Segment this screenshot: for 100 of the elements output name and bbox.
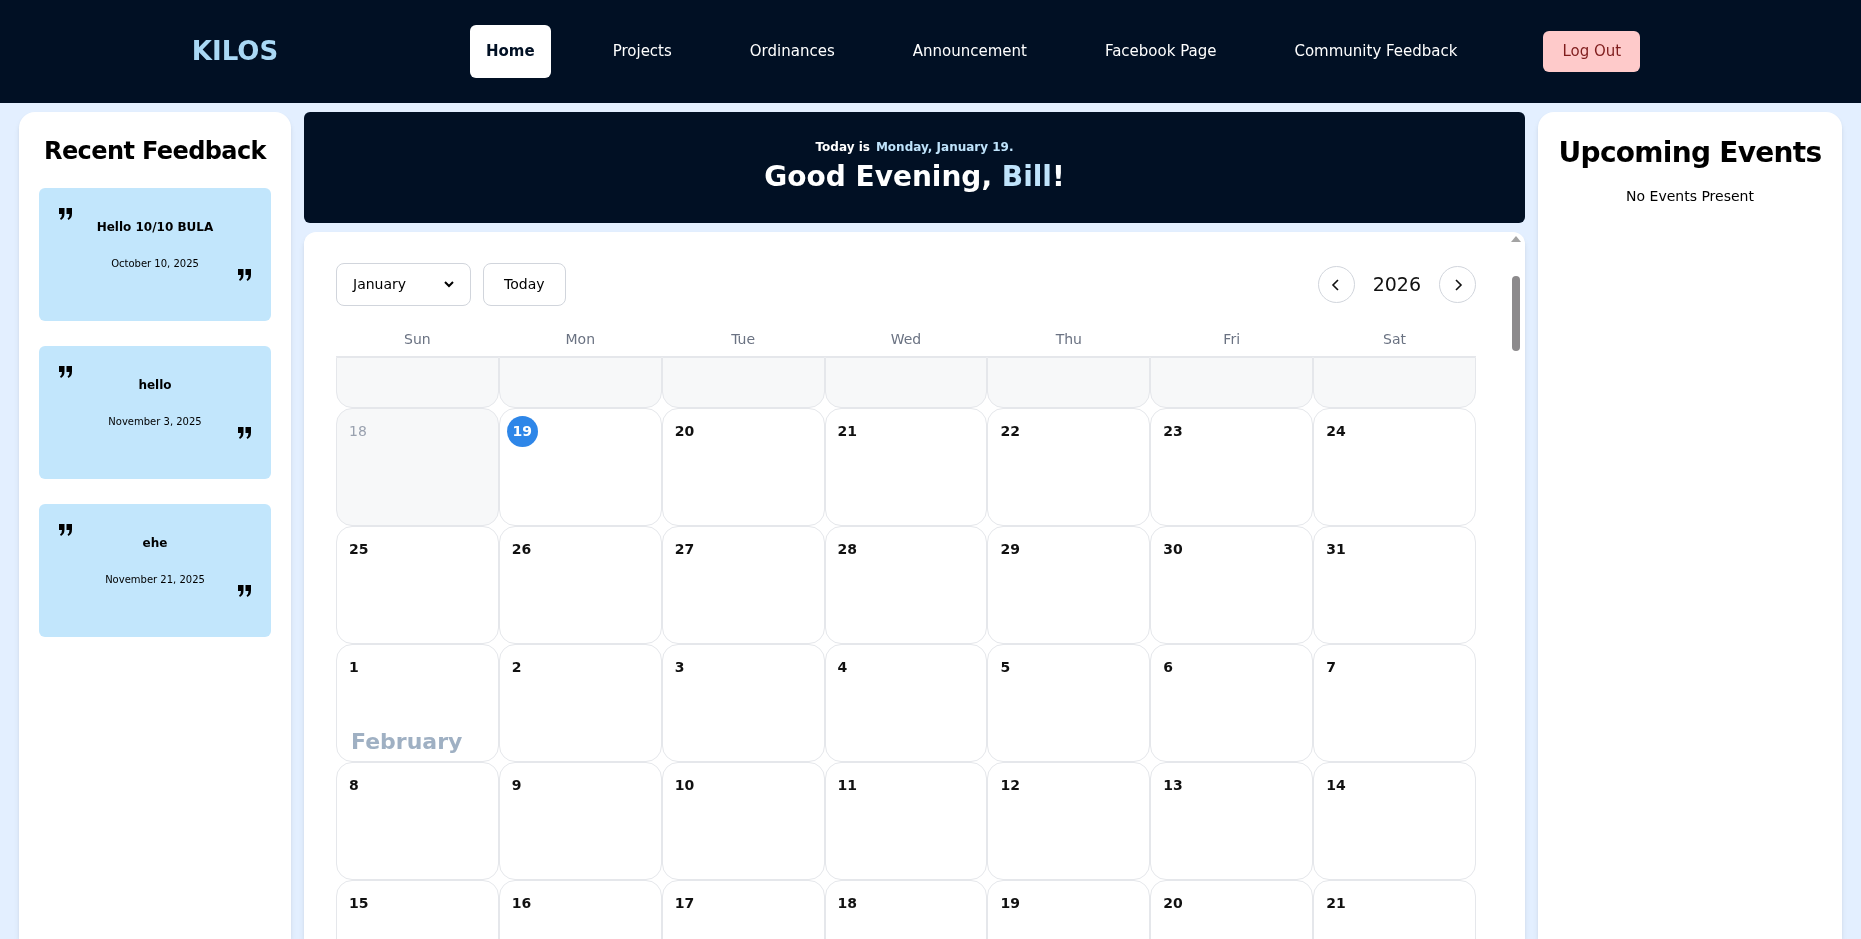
calendar-day[interactable]: 5 xyxy=(987,644,1151,762)
day-number: 11 xyxy=(837,777,858,793)
nav-link[interactable]: Announcement xyxy=(896,25,1043,78)
quote-icon xyxy=(59,366,72,378)
day-number: 10 xyxy=(674,777,695,793)
feedback-text: hello xyxy=(137,377,173,394)
feedback-text: Hello 10/10 BULA xyxy=(95,219,215,236)
calendar-day[interactable]: 25 xyxy=(336,526,499,644)
calendar-day[interactable]: 20 xyxy=(1150,880,1314,939)
today-button[interactable]: Today xyxy=(483,263,566,306)
calendar-day[interactable] xyxy=(824,357,988,408)
panel-title: Recent Feedback xyxy=(43,136,268,167)
logout-button[interactable]: Log Out xyxy=(1543,31,1641,72)
day-number: 4 xyxy=(837,659,848,675)
today-marker: 19 xyxy=(506,416,538,447)
weekday-header: Sat xyxy=(1382,330,1408,349)
calendar-day[interactable]: 22 xyxy=(987,408,1151,526)
day-number: 29 xyxy=(1000,541,1020,557)
day-number: 31 xyxy=(1326,541,1346,557)
day-number: 25 xyxy=(349,541,369,557)
day-number: 7 xyxy=(1326,659,1336,675)
nav-link[interactable]: Community Feedback xyxy=(1278,25,1474,78)
nav-link[interactable]: Projects xyxy=(596,25,688,78)
day-number: 1 xyxy=(349,659,359,675)
weekday-header: Thu xyxy=(1054,330,1083,349)
day-number: 20 xyxy=(674,423,695,439)
weekday-header: Sun xyxy=(403,330,432,349)
calendar-day[interactable]: 16 xyxy=(498,880,662,939)
scroll-up-icon xyxy=(1511,236,1521,242)
quote-icon xyxy=(59,524,72,536)
calendar-day[interactable]: 29 xyxy=(987,526,1151,644)
calendar-day[interactable]: 6 xyxy=(1150,644,1314,762)
calendar-day[interactable] xyxy=(336,357,499,408)
calendar-day[interactable]: 26 xyxy=(498,526,662,644)
calendar-day[interactable]: 28 xyxy=(824,526,988,644)
calendar-day[interactable]: 2 xyxy=(498,644,662,762)
calendar-day[interactable] xyxy=(987,357,1151,408)
day-number: 6 xyxy=(1163,659,1174,675)
panel-title: Upcoming Events xyxy=(1557,135,1823,171)
month-select[interactable]: January xyxy=(336,263,471,306)
day-number: 19 xyxy=(1000,895,1020,911)
today-date: Monday, January 19. xyxy=(875,138,1014,156)
day-number: 23 xyxy=(1163,423,1183,439)
nav-link[interactable]: Home xyxy=(470,25,551,78)
weekday-header: Wed xyxy=(889,330,923,349)
calendar-day[interactable]: 11 xyxy=(824,762,988,880)
feedback-date: October 10, 2025 xyxy=(110,257,200,271)
calendar-day[interactable]: 4 xyxy=(824,644,988,762)
day-number: 16 xyxy=(511,895,532,911)
calendar-day[interactable]: 3 xyxy=(661,644,825,762)
nav-link[interactable]: Ordinances xyxy=(733,25,851,78)
calendar-day[interactable]: 21 xyxy=(1313,880,1476,939)
day-number: 20 xyxy=(1163,895,1183,911)
calendar-day[interactable]: 27 xyxy=(661,526,825,644)
calendar-day[interactable]: 10 xyxy=(661,762,825,880)
day-number: 21 xyxy=(837,423,858,439)
calendar-day[interactable]: 18 xyxy=(824,880,988,939)
calendar-day[interactable]: 21 xyxy=(824,408,988,526)
day-number: 3 xyxy=(674,659,685,675)
calendar-day[interactable]: 19 xyxy=(498,408,662,526)
quote-icon xyxy=(59,208,72,220)
calendar-day[interactable]: 13 xyxy=(1150,762,1314,880)
calendar-day[interactable]: 24 xyxy=(1313,408,1476,526)
day-number: 18 xyxy=(837,895,858,911)
nav-link[interactable]: Facebook Page xyxy=(1088,25,1233,78)
calendar-day[interactable]: 8 xyxy=(336,762,499,880)
feedback-date: November 21, 2025 xyxy=(104,573,206,587)
calendar-day[interactable]: 19 xyxy=(987,880,1151,939)
weekday-header: Mon xyxy=(564,330,597,349)
day-number: 18 xyxy=(349,423,367,439)
logo[interactable]: KILOS xyxy=(0,32,470,71)
calendar-day[interactable]: 31 xyxy=(1313,526,1476,644)
calendar-day[interactable] xyxy=(1313,357,1476,408)
day-number: 2 xyxy=(511,659,522,675)
day-number: 24 xyxy=(1326,423,1346,439)
calendar-day[interactable]: 20 xyxy=(661,408,825,526)
calendar-day[interactable] xyxy=(661,357,825,408)
calendar-day[interactable]: 7 xyxy=(1313,644,1476,762)
calendar-day[interactable] xyxy=(498,357,662,408)
calendar-day[interactable]: 30 xyxy=(1150,526,1314,644)
empty-message: No Events Present xyxy=(1625,187,1755,206)
day-number: 27 xyxy=(674,541,695,557)
day-number: 5 xyxy=(1000,659,1011,675)
calendar-day[interactable] xyxy=(1150,357,1314,408)
calendar-day[interactable]: 15 xyxy=(336,880,499,939)
day-number: 17 xyxy=(674,895,695,911)
calendar-day[interactable]: 14 xyxy=(1313,762,1476,880)
calendar-day[interactable]: 9 xyxy=(498,762,662,880)
day-number: 8 xyxy=(349,777,359,793)
scrollbar-thumb[interactable] xyxy=(1512,276,1520,351)
day-number: 21 xyxy=(1326,895,1346,911)
year-label: 2026 xyxy=(1372,272,1421,298)
calendar-day[interactable]: 23 xyxy=(1150,408,1314,526)
day-number: 15 xyxy=(349,895,369,911)
calendar-day[interactable]: 12 xyxy=(987,762,1151,880)
day-number: 26 xyxy=(511,541,532,557)
day-number: 12 xyxy=(1000,777,1020,793)
day-number: 14 xyxy=(1326,777,1346,793)
today-label: Today is xyxy=(815,138,870,156)
calendar-day[interactable]: 17 xyxy=(661,880,825,939)
